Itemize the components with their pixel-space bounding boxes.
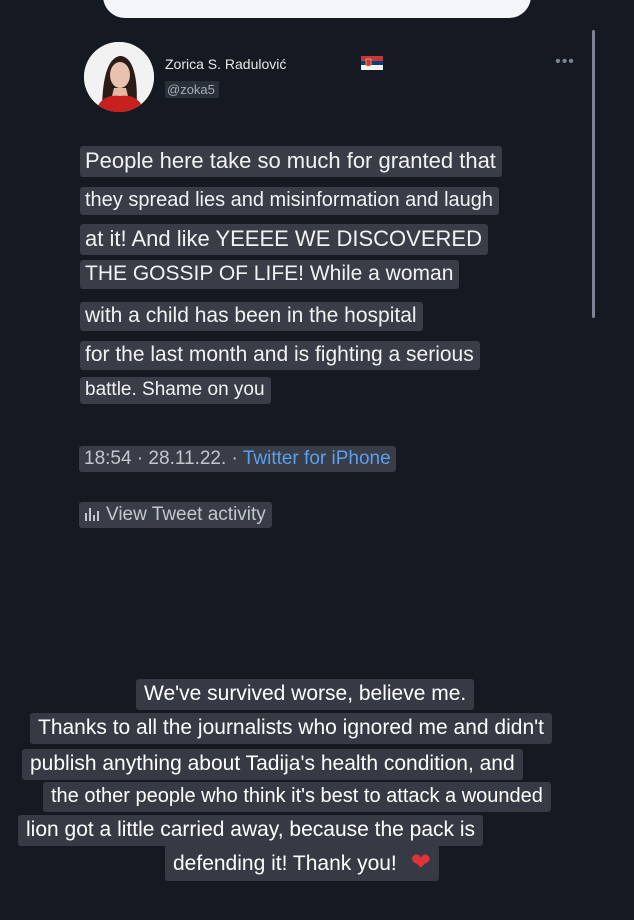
caption-line: defending it! Thank you! [173, 852, 397, 875]
tweet-text-line: with a child has been in the hospital [80, 302, 423, 331]
tweet-meta: 18:54 · 28.11.22. · Twitter for iPhone [79, 446, 396, 472]
caption-line: lion got a little carried away, because … [18, 815, 484, 846]
caption-line: We've survived worse, believe me. [136, 679, 475, 710]
tweet-text-line: they spread lies and misinformation and … [80, 187, 500, 215]
view-tweet-activity-label: View Tweet activity [106, 504, 266, 525]
display-name[interactable]: Zorica S. Radulović [165, 56, 286, 72]
tweet-source-link[interactable]: Twitter for iPhone [243, 448, 391, 469]
avatar[interactable] [84, 42, 154, 112]
more-horizontal-icon[interactable]: ••• [552, 52, 578, 72]
heart-icon: ❤ [410, 849, 431, 876]
scrollbar[interactable] [592, 30, 595, 318]
top-card [103, 0, 531, 18]
view-tweet-activity-button[interactable]: View Tweet activity [79, 502, 272, 528]
tweet-text-line: THE GOSSIP OF LIFE! While a woman [80, 260, 460, 289]
tweet-timestamp: 18:54 · 28.11.22. · [84, 448, 243, 469]
bar-chart-icon [85, 508, 99, 521]
caption-line: the other people who think it's best to … [43, 782, 551, 812]
tweet-text-line: battle. Shame on you [80, 377, 271, 404]
handle[interactable]: @zoka5 [165, 81, 219, 98]
caption-line: publish anything about Tadija's health c… [22, 749, 523, 780]
serbia-flag-icon [361, 56, 383, 70]
tweet-text-line: People here take so much for granted tha… [80, 146, 502, 177]
caption-line-last: defending it! Thank you! ❤ [165, 845, 439, 881]
caption-line: Thanks to all the journalists who ignore… [30, 713, 552, 744]
tweet-text-line: for the last month and is fighting a ser… [80, 341, 480, 370]
tweet-text-line: at it! And like YEEEE WE DISCOVERED [80, 224, 488, 255]
